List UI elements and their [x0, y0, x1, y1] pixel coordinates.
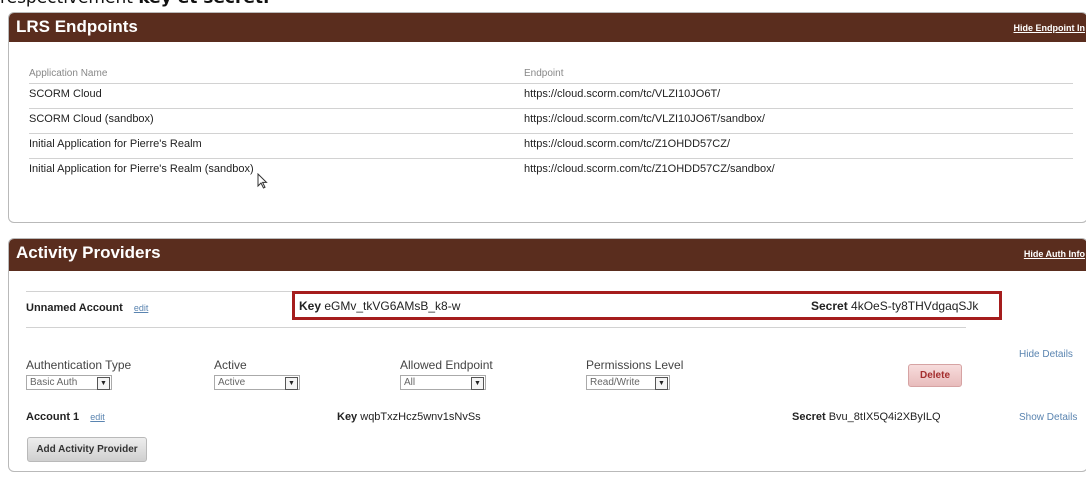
- key-text: wqbTxzHcz5wnv1sNvSs: [360, 411, 481, 423]
- select-value: All: [404, 377, 416, 388]
- lrs-endpoints-panel: LRS Endpoints Hide Endpoint In Applicati…: [8, 12, 1086, 223]
- hide-endpoint-info-link[interactable]: Hide Endpoint In: [1014, 23, 1086, 33]
- account-name-text: Unnamed Account: [26, 302, 123, 314]
- authentication-type-label: Authentication Type: [26, 358, 132, 372]
- secret-text: 4kOeS-ty8THVdgaqSJk: [851, 299, 979, 313]
- add-activity-provider-button[interactable]: Add Activity Provider: [27, 437, 147, 462]
- endpoint-url: https://cloud.scorm.com/tc/Z1OHDD57CZ/: [524, 138, 730, 150]
- chevron-down-icon: ▼: [97, 377, 110, 390]
- divider: [26, 327, 966, 328]
- column-application-name[interactable]: Application Name: [29, 68, 107, 79]
- select-value: Read/Write: [590, 377, 640, 388]
- key-value[interactable]: Key eGMv_tkVG6AMsB_k8-w: [299, 299, 460, 313]
- activity-providers-panel: Activity Providers Hide Auth Info Unname…: [8, 238, 1086, 472]
- select-value: Basic Auth: [30, 377, 78, 388]
- secret-label: Secret: [811, 299, 848, 313]
- hide-details-link[interactable]: Hide Details: [1019, 349, 1073, 360]
- lrs-endpoints-header: LRS Endpoints Hide Endpoint In: [9, 13, 1086, 42]
- table-header: Application Name Endpoint: [29, 67, 1073, 83]
- account-name: Unnamed Account edit: [26, 302, 148, 314]
- permissions-level-select[interactable]: Read/Write ▼: [586, 375, 670, 390]
- endpoint-url: https://cloud.scorm.com/tc/Z1OHDD57CZ/sa…: [524, 163, 775, 175]
- chevron-down-icon: ▼: [471, 377, 484, 390]
- account-name-text: Account 1: [26, 411, 80, 423]
- activity-providers-header: Activity Providers Hide Auth Info: [9, 239, 1086, 271]
- table-row: SCORM Cloud https://cloud.scorm.com/tc/V…: [29, 83, 1073, 108]
- key-value[interactable]: Key wqbTxzHcz5wnv1sNvSs: [337, 411, 481, 423]
- allowed-endpoint-select[interactable]: All ▼: [400, 375, 486, 390]
- secret-text: Bvu_8tIX5Q4i2XByILQ: [828, 411, 941, 423]
- chevron-down-icon: ▼: [285, 377, 298, 390]
- key-text: eGMv_tkVG6AMsB_k8-w: [324, 299, 461, 313]
- allowed-endpoint-label: Allowed Endpoint: [400, 358, 493, 372]
- mouse-cursor-icon: [257, 173, 268, 189]
- endpoint-url: https://cloud.scorm.com/tc/VLZI10JO6T/sa…: [524, 113, 765, 125]
- table-row: SCORM Cloud (sandbox) https://cloud.scor…: [29, 108, 1073, 133]
- key-label: Key: [337, 411, 358, 423]
- application-name: SCORM Cloud (sandbox): [29, 113, 154, 125]
- edit-account-link[interactable]: edit: [90, 412, 105, 422]
- account-name: Account 1 edit: [26, 411, 105, 423]
- column-endpoint[interactable]: Endpoint: [524, 68, 563, 79]
- caption-text: respectivement key et secret.: [0, 0, 270, 10]
- account-row-account-1: Account 1 edit Key wqbTxzHcz5wnv1sNvSs S…: [26, 407, 1077, 427]
- application-name: SCORM Cloud: [29, 88, 102, 100]
- panel-title: LRS Endpoints: [16, 17, 138, 36]
- application-name: Initial Application for Pierre's Realm (…: [29, 163, 254, 175]
- authentication-type-select[interactable]: Basic Auth ▼: [26, 375, 112, 390]
- table-row: Initial Application for Pierre's Realm (…: [29, 158, 1073, 183]
- hide-auth-info-link[interactable]: Hide Auth Info: [1024, 249, 1085, 259]
- table-row: Initial Application for Pierre's Realm h…: [29, 133, 1073, 158]
- active-select[interactable]: Active ▼: [214, 375, 300, 390]
- edit-account-link[interactable]: edit: [134, 303, 149, 313]
- panel-title: Activity Providers: [16, 243, 161, 262]
- key-label: Key: [299, 299, 322, 313]
- secret-value[interactable]: Secret 4kOeS-ty8THVdgaqSJk: [811, 299, 978, 313]
- application-name: Initial Application for Pierre's Realm: [29, 138, 202, 150]
- show-details-link[interactable]: Show Details: [1019, 412, 1077, 423]
- key-secret-highlight: Key eGMv_tkVG6AMsB_k8-w Secret 4kOeS-ty8…: [292, 291, 1002, 320]
- permissions-level-label: Permissions Level: [586, 358, 684, 372]
- secret-value[interactable]: Secret Bvu_8tIX5Q4i2XByILQ: [792, 411, 941, 423]
- chevron-down-icon: ▼: [655, 377, 668, 390]
- endpoint-url: https://cloud.scorm.com/tc/VLZI10JO6T/: [524, 88, 721, 100]
- endpoints-table: Application Name Endpoint SCORM Cloud ht…: [29, 67, 1073, 183]
- active-label: Active: [214, 358, 247, 372]
- secret-label: Secret: [792, 411, 826, 423]
- select-value: Active: [218, 377, 246, 388]
- delete-button[interactable]: Delete: [908, 364, 962, 387]
